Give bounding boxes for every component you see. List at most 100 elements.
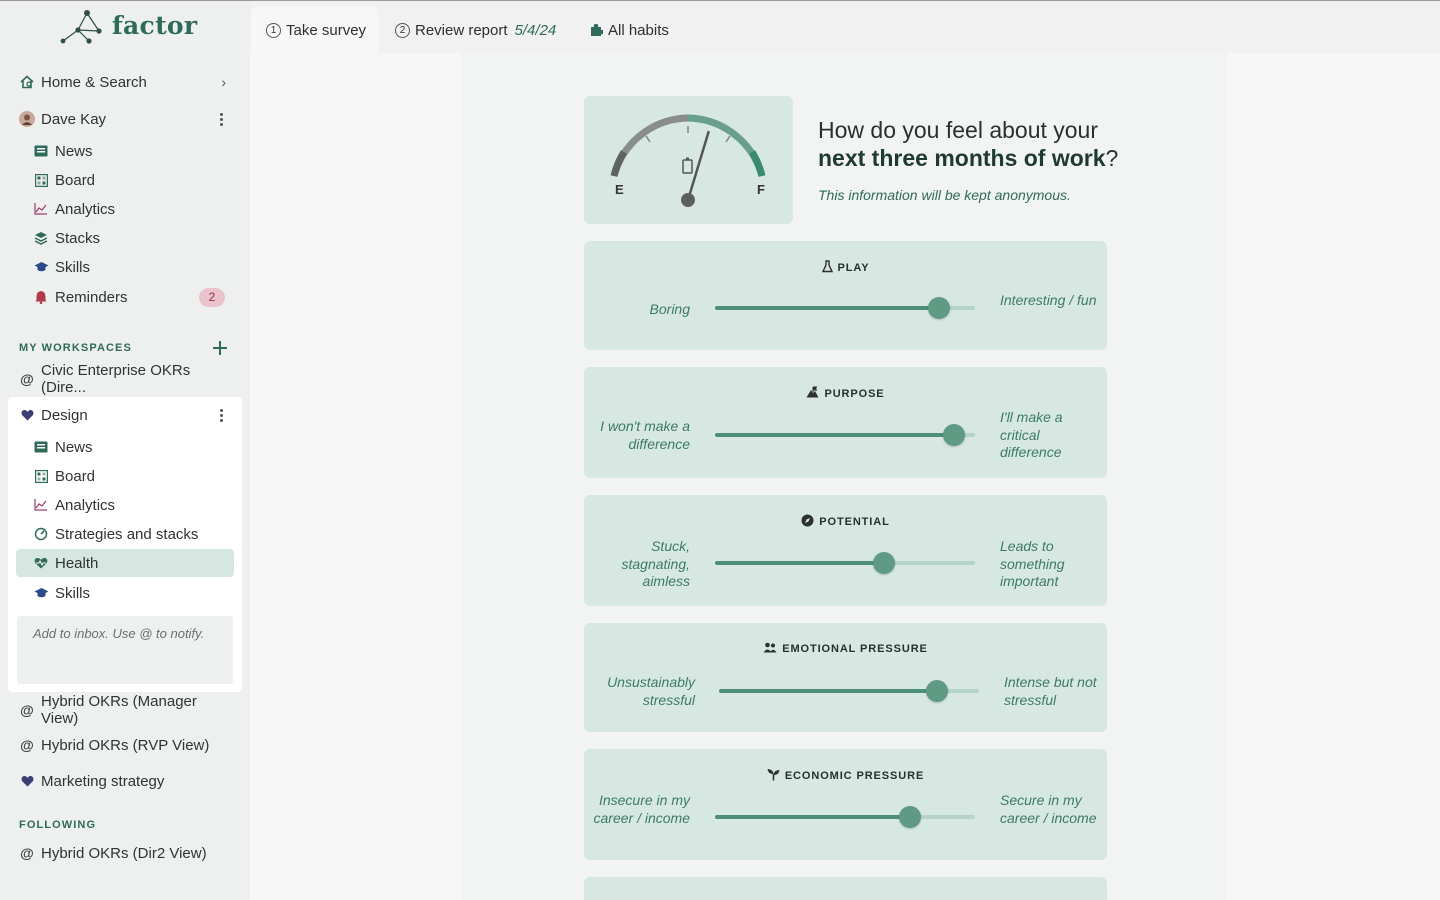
- slider-max-label: I'll make a critical difference: [1000, 409, 1063, 460]
- home-icon: [19, 74, 35, 90]
- design-item-news[interactable]: News: [16, 433, 234, 461]
- at-icon: @: [20, 737, 34, 753]
- board-icon: [33, 468, 49, 484]
- gauge-empty-label: E: [615, 182, 624, 197]
- slider-fill: [715, 433, 955, 437]
- workspace-design[interactable]: Design: [16, 401, 234, 429]
- my-workspaces-heading: MY WORKSPACES: [19, 342, 132, 354]
- seedling-icon: [767, 768, 780, 784]
- slider-track[interactable]: [719, 680, 979, 702]
- slider-track[interactable]: [715, 806, 975, 828]
- slider-min-label: Stuck, stagnating, aimless: [621, 538, 691, 589]
- report-date: 5/4/24: [514, 21, 557, 39]
- slider-thumb[interactable]: [927, 297, 950, 319]
- slider-thumb[interactable]: [926, 680, 949, 702]
- news-icon: [33, 439, 49, 455]
- user-name: Dave Kay: [41, 110, 107, 128]
- design-menu-icon[interactable]: [219, 408, 223, 422]
- battery-icon: [682, 159, 693, 174]
- slider-card-potential: POTENTIAL Stuck, stagnating, aimless Lea…: [584, 495, 1107, 606]
- workspace-hybrid-manager[interactable]: @ Hybrid OKRs (Manager View): [16, 693, 234, 727]
- slider-max-label: Interesting / fun: [1000, 292, 1097, 308]
- slider-track[interactable]: [715, 424, 975, 446]
- tab-review-report[interactable]: 2 Review report 5/4/24: [395, 7, 556, 53]
- sidebar-item-reminders[interactable]: Reminders 2: [16, 283, 234, 311]
- add-to-inbox-input[interactable]: Add to inbox. Use @ to notify.: [17, 616, 233, 684]
- heartbeat-icon: [33, 555, 49, 571]
- at-icon: @: [20, 702, 34, 718]
- slider-thumb[interactable]: [943, 424, 966, 446]
- sidebar-item-stacks[interactable]: Stacks: [16, 224, 234, 252]
- sidebar-item-label: Reminders: [55, 288, 128, 306]
- graduation-cap-icon: [33, 259, 49, 275]
- sidebar-item-news[interactable]: News: [16, 137, 234, 165]
- add-workspace-icon[interactable]: [213, 341, 227, 355]
- slider-card-purpose: PURPOSE I won't make a difference I'll m…: [584, 367, 1107, 478]
- question-text: How do you feel about your: [818, 117, 1099, 143]
- logo-network-icon: [60, 10, 102, 44]
- sidebar: factor Home & Search › Dave Kay News Boa…: [0, 1, 250, 900]
- slider-title: POTENTIAL: [584, 514, 1107, 530]
- slider-title: EMOTIONAL PRESSURE: [584, 642, 1107, 656]
- user-row[interactable]: Dave Kay: [16, 105, 234, 133]
- slider-thumb[interactable]: [873, 552, 895, 574]
- tab-label: Review report: [415, 21, 508, 39]
- workspace-label: Hybrid OKRs (Manager View): [41, 693, 197, 727]
- heart-icon: [19, 773, 35, 789]
- workspace-marketing[interactable]: Marketing strategy: [16, 767, 234, 795]
- sidebar-item-label: News: [55, 142, 93, 160]
- fuel-gauge: E F: [610, 114, 766, 207]
- design-item-analytics[interactable]: Analytics: [16, 491, 234, 519]
- tab-take-survey[interactable]: 1 Take survey: [251, 7, 378, 53]
- question-mark: ?: [1105, 145, 1119, 171]
- step-number: 1: [266, 22, 281, 38]
- home-search-link[interactable]: Home & Search ›: [16, 68, 234, 96]
- stacks-icon: [33, 230, 49, 246]
- workspace-label: Design: [41, 406, 88, 424]
- anonymity-note: This information will be kept anonymous.: [818, 187, 1071, 203]
- fuel-gauge-card: E F: [584, 96, 793, 224]
- slider-title: ECONOMIC PRESSURE: [584, 768, 1107, 784]
- slider-min-label: I won't make a difference: [600, 418, 690, 452]
- workspace-label: Hybrid OKRs (RVP View): [41, 736, 210, 754]
- design-item-strategies[interactable]: Strategies and stacks: [16, 520, 234, 548]
- gauge-needle: [686, 130, 710, 201]
- workspace-civic-enterprise[interactable]: @ Civic Enterprise OKRs (Dire...: [16, 362, 234, 396]
- tab-all-habits[interactable]: All habits: [589, 7, 669, 53]
- following-hybrid-dir2[interactable]: @ Hybrid OKRs (Dir2 View): [16, 839, 234, 867]
- sidebar-item-board[interactable]: Board: [16, 166, 234, 194]
- app-logo[interactable]: factor: [56, 9, 198, 45]
- design-item-skills[interactable]: Skills: [16, 579, 234, 607]
- sidebar-item-analytics[interactable]: Analytics: [16, 195, 234, 223]
- board-icon: [33, 172, 49, 188]
- slider-min-label: Insecure in my career / income: [593, 792, 690, 826]
- logo-text: factor: [112, 11, 198, 40]
- tab-label: Take survey: [286, 21, 367, 39]
- slider-fill: [715, 306, 939, 310]
- user-menu-icon[interactable]: [219, 112, 223, 126]
- survey-question: How do you feel about your next three mo…: [818, 116, 1138, 172]
- sidebar-item-label: Board: [55, 467, 96, 485]
- mountain-flag-icon: [806, 386, 819, 401]
- bell-icon: [33, 289, 49, 305]
- following-heading: FOLLOWING: [19, 819, 97, 831]
- workspace-label: Hybrid OKRs (Dir2 View): [41, 844, 207, 862]
- design-item-board[interactable]: Board: [16, 462, 234, 490]
- slider-max-label: Intense but not stressful: [1004, 674, 1097, 708]
- workspace-hybrid-rvp[interactable]: @ Hybrid OKRs (RVP View): [16, 731, 234, 759]
- avatar: [19, 111, 35, 127]
- question-emphasis: next three months of work: [818, 145, 1106, 171]
- slider-max-label: Leads to something important: [1000, 538, 1065, 589]
- heart-icon: [19, 407, 35, 423]
- slider-thumb[interactable]: [899, 806, 921, 828]
- sidebar-item-label: Board: [55, 171, 96, 189]
- analytics-icon: [33, 497, 49, 513]
- design-item-health[interactable]: Health: [16, 549, 234, 577]
- slider-track[interactable]: [715, 552, 975, 574]
- tab-label: All habits: [608, 21, 669, 39]
- home-search-label: Home & Search: [41, 73, 147, 91]
- slider-track[interactable]: [715, 297, 975, 319]
- sidebar-item-skills[interactable]: Skills: [16, 253, 234, 281]
- gauge-full-label: F: [757, 182, 765, 197]
- slider-card-emotional-pressure: EMOTIONAL PRESSURE Unsustainably stressf…: [584, 623, 1107, 732]
